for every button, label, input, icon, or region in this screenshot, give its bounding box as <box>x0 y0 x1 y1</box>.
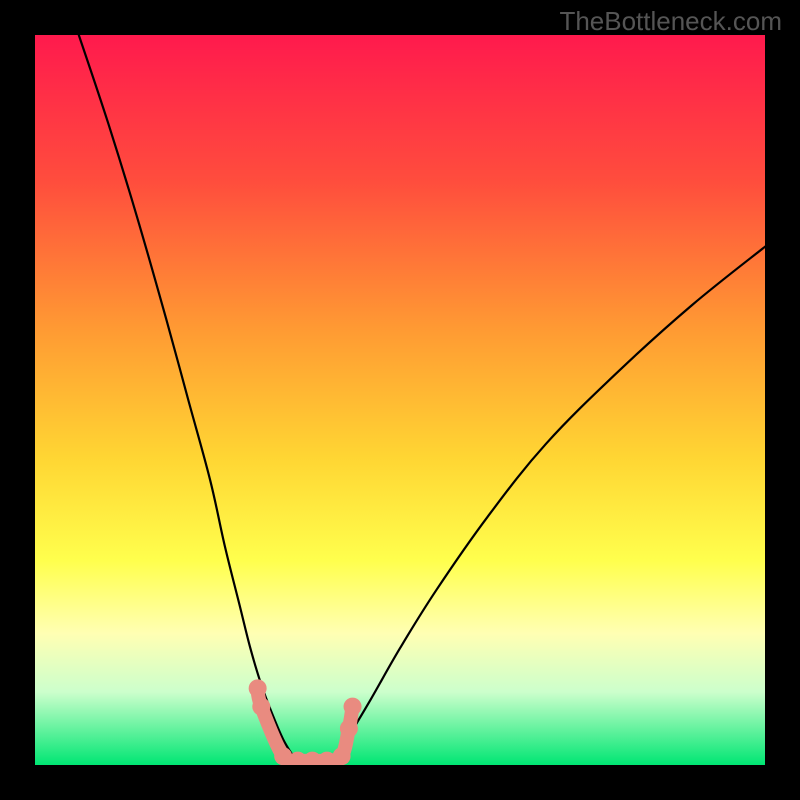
bead-marker <box>340 720 358 738</box>
gradient-background <box>35 35 765 765</box>
plot-area <box>35 35 765 765</box>
watermark-text: TheBottleneck.com <box>559 6 782 37</box>
bead-marker <box>333 747 351 765</box>
bead-marker <box>252 698 270 716</box>
chart-svg <box>35 35 765 765</box>
chart-frame: TheBottleneck.com <box>0 0 800 800</box>
bead-marker <box>249 679 267 697</box>
bead-marker <box>344 698 362 716</box>
